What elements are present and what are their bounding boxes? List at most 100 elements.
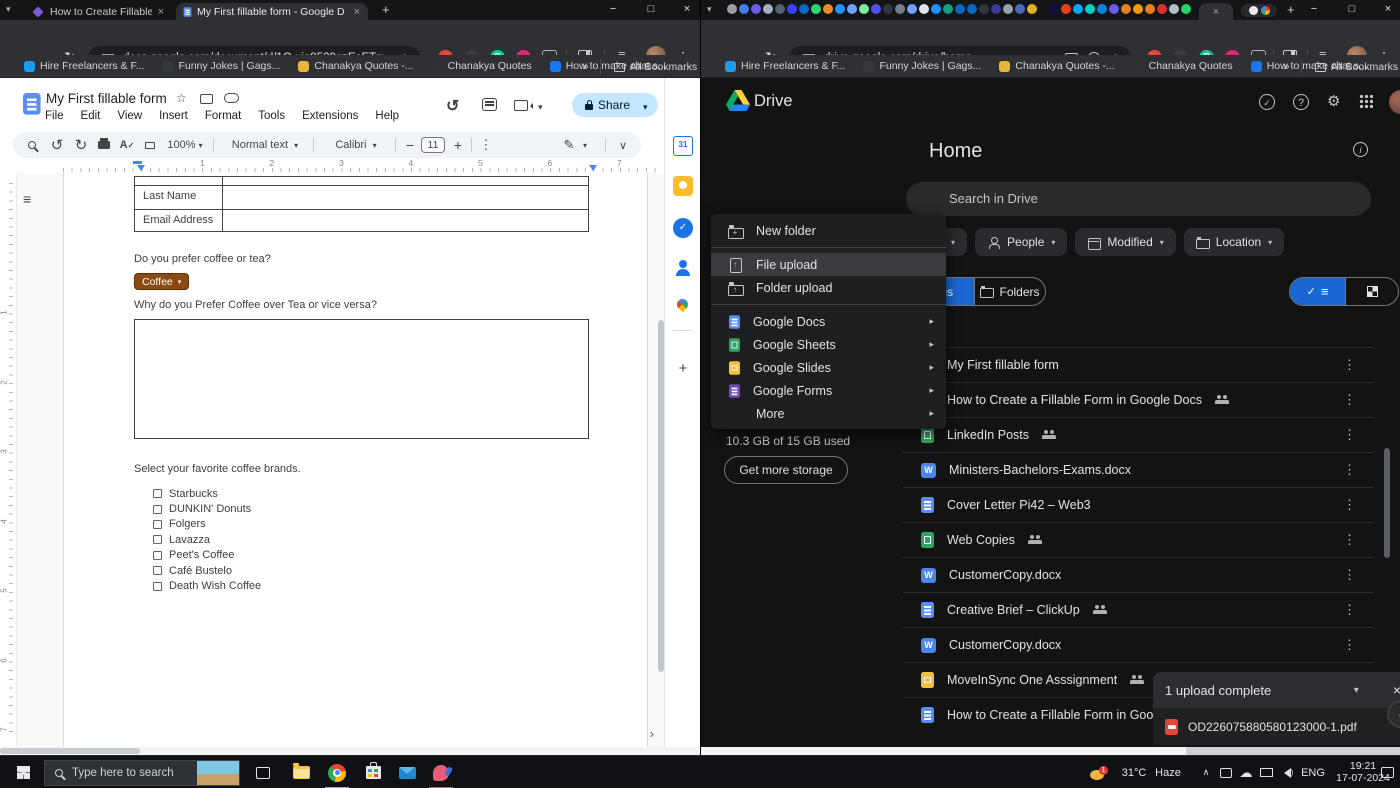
all-bookmarks-button[interactable]: All Bookmarks [614, 61, 697, 73]
mini-tab-favicon[interactable] [859, 4, 869, 14]
checkbox[interactable] [153, 535, 162, 544]
font-size-field[interactable]: 11 [421, 132, 445, 158]
mini-tab-favicon[interactable] [1121, 4, 1131, 14]
file-row[interactable]: Ministers-Bachelors-Exams.docx⋮ [903, 452, 1374, 487]
table-input-cell[interactable] [223, 210, 588, 233]
docs-logo-icon[interactable] [23, 93, 41, 115]
more-options-icon[interactable]: ⋮ [1343, 497, 1356, 513]
more-options-icon[interactable]: ⋮ [1343, 357, 1356, 373]
browser-tab[interactable]: How to Create Fillable Forms in × [26, 3, 172, 20]
calendar-icon[interactable]: 31 [673, 136, 693, 156]
print-icon[interactable] [97, 132, 111, 158]
menu-item-folder-upload[interactable]: ↑Folder upload [711, 276, 946, 299]
tab-close-icon[interactable]: × [1213, 6, 1219, 18]
mini-tab-favicon[interactable] [811, 4, 821, 14]
file-row[interactable]: How to Create a Fillable Form in Google … [903, 382, 1374, 417]
comments-icon[interactable] [482, 98, 497, 111]
filter-chip-people[interactable]: People▾ [975, 228, 1067, 256]
mini-tab-favicon[interactable] [967, 4, 977, 14]
mini-tab-favicon[interactable] [991, 4, 1001, 14]
maximize-button[interactable]: □ [1337, 0, 1367, 19]
menu-help[interactable]: Help [370, 109, 404, 123]
grid-view-button[interactable] [1345, 278, 1398, 305]
drive-scrollbar[interactable] [1384, 448, 1390, 558]
more-options-icon[interactable]: ⋮ [1343, 462, 1356, 478]
mini-tab-favicon[interactable] [979, 4, 989, 14]
menu-item-google-sheets[interactable]: Google Sheets▸ [711, 333, 946, 356]
mini-tab-favicon[interactable] [883, 4, 893, 14]
bookmark-item[interactable]: Funny Jokes | Gags... [162, 60, 280, 72]
mini-tab-favicon[interactable] [1181, 4, 1191, 14]
search-menus-icon[interactable] [25, 132, 39, 158]
mini-tab-favicon[interactable] [739, 4, 749, 14]
weather-temp[interactable]: 31°C [1114, 756, 1154, 788]
video-call-dropdown-icon[interactable]: ▾ [538, 102, 543, 113]
scrollbar-thumb[interactable] [0, 748, 140, 754]
editing-mode-icon[interactable]: ✎ [561, 132, 577, 158]
file-row[interactable]: My First fillable form⋮ [903, 347, 1374, 382]
document-outline-icon[interactable]: ≡ [23, 191, 31, 207]
paint-3d-button[interactable] [426, 756, 456, 788]
tasks-icon[interactable]: ✓ [673, 218, 693, 238]
tab-search-icon[interactable]: ▾ [6, 4, 11, 15]
mini-tab-favicon[interactable] [1157, 4, 1167, 14]
browser-tab-active[interactable]: My First fillable form - Google D × [176, 3, 368, 20]
page-bottom-scrollbar[interactable] [701, 747, 1400, 755]
mini-tab-favicon[interactable] [1109, 4, 1119, 14]
folders-filter-button[interactable]: Folders [974, 278, 1045, 305]
font-select[interactable]: Calibri ▾ [325, 132, 387, 158]
filter-chip-modified[interactable]: Modified▾ [1075, 228, 1175, 256]
chrome-button[interactable] [322, 756, 352, 788]
new-tab-icon[interactable]: + [1287, 2, 1295, 17]
checkbox[interactable] [153, 582, 162, 591]
close-button[interactable]: × [1373, 0, 1400, 19]
tray-device-icon[interactable] [1216, 756, 1236, 788]
minimize-button[interactable]: − [1299, 0, 1329, 19]
file-row[interactable]: CustomerCopy.docx⋮ [903, 557, 1374, 592]
tab-search-icon[interactable]: ▾ [707, 4, 712, 15]
mini-tab-favicon[interactable] [1085, 4, 1095, 14]
menu-tools[interactable]: Tools [253, 109, 290, 123]
checkbox-item[interactable]: DUNKIN' Donuts [153, 501, 261, 516]
mini-tab-favicon[interactable] [751, 4, 761, 14]
next-page-chevron-icon[interactable]: › [650, 726, 654, 741]
menu-extensions[interactable]: Extensions [297, 109, 363, 123]
notification-center-icon[interactable] [1372, 756, 1400, 788]
close-button[interactable]: × [672, 0, 700, 19]
document-page[interactable]: Last Name Email Address Do you prefer co… [63, 173, 648, 747]
mini-tab-favicon[interactable] [823, 4, 833, 14]
mini-tab-favicon[interactable] [1061, 4, 1071, 14]
taskbar-search-box[interactable]: Type here to search [44, 760, 240, 786]
all-bookmarks-button[interactable]: All Bookmarks [1315, 61, 1398, 73]
menu-format[interactable]: Format [200, 109, 246, 123]
minimize-button[interactable]: − [598, 0, 628, 19]
filter-chip-location[interactable]: Location▾ [1184, 228, 1284, 256]
more-options-icon[interactable]: ⋮ [1343, 567, 1356, 583]
mini-tab-favicon[interactable] [943, 4, 953, 14]
more-options-icon[interactable]: ⋮ [1343, 602, 1356, 618]
redo-icon[interactable]: ↻ [73, 132, 89, 158]
paint-format-icon[interactable] [143, 132, 157, 158]
editing-mode-dropdown-icon[interactable]: ▾ [579, 132, 591, 158]
file-explorer-button[interactable] [286, 756, 316, 788]
paragraph-style-select[interactable]: Normal text ▾ [223, 132, 307, 158]
share-dropdown-icon[interactable]: ▾ [643, 102, 648, 113]
video-call-icon[interactable] [514, 100, 528, 111]
scrollbar-thumb[interactable] [701, 747, 1186, 755]
toolbar-more-icon[interactable]: ⋮ [479, 132, 493, 158]
offline-status-icon[interactable]: ✓ [1259, 94, 1275, 110]
contacts-icon[interactable] [673, 258, 693, 278]
mini-tab-favicon[interactable] [895, 4, 905, 14]
mini-tab-favicon[interactable] [1097, 4, 1107, 14]
volume-icon[interactable]: ) [1276, 756, 1296, 788]
document-title[interactable]: My First fillable form [46, 91, 167, 106]
maps-icon[interactable] [673, 298, 693, 318]
indent-marker[interactable] [133, 161, 142, 164]
mini-tab-favicon[interactable] [727, 4, 737, 14]
mini-tab-favicon[interactable] [835, 4, 845, 14]
start-button[interactable] [6, 756, 40, 788]
menu-item-google-docs[interactable]: Google Docs▸ [711, 310, 946, 333]
mini-tab-favicon[interactable] [907, 4, 917, 14]
info-icon[interactable]: i [1353, 142, 1368, 157]
checkbox-item[interactable]: Death Wish Coffee [153, 578, 261, 593]
